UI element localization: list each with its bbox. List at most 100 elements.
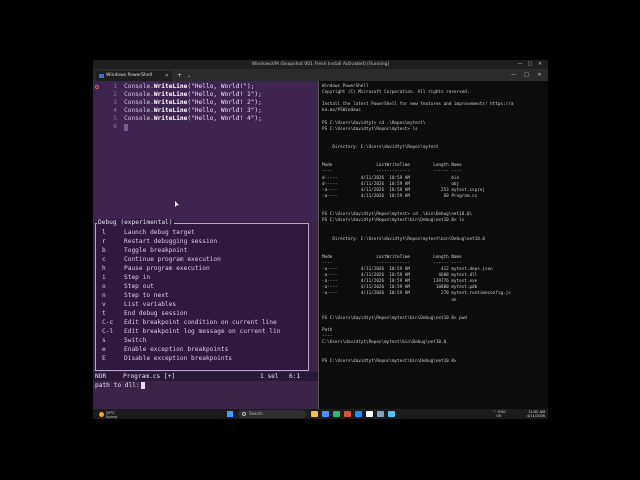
menu-item-label: Continue program execution (124, 256, 221, 263)
debug-menu-item[interactable]: h Pause program execution (96, 264, 308, 273)
code-object: Console. (124, 91, 154, 98)
code-line[interactable]: 4 Console.WriteLine("Hello, World! 3"); (93, 107, 318, 115)
code-method: WriteLine (153, 83, 188, 90)
terminal-tabbar: Windows PowerShell ✕ + ⌄ (93, 69, 548, 81)
terminal-line: -a---- 4/11/2026 10:59 AM 60 Program.cs (322, 193, 478, 199)
menu-item-label: Restart debugging session (124, 238, 218, 245)
menu-item-key: t (102, 310, 106, 317)
menu-item-label: Edit breakpoint condition on current lin… (124, 319, 277, 326)
terminal-icon[interactable] (366, 411, 373, 417)
debug-menu-item[interactable]: o Step out (96, 282, 308, 291)
vm-window-controls: — □ ✕ (515, 60, 545, 69)
tab-label: Windows PowerShell (106, 73, 153, 78)
menu-item-key: i (102, 274, 106, 281)
editor-statusbar: NOR Program.cs [+] 1 sel 6:1 (93, 372, 318, 381)
vm-close-button[interactable]: ✕ (535, 60, 545, 69)
selection-count: 1 sel (260, 373, 279, 380)
code-line[interactable]: 3 Console.WriteLine("Hello, World! 2"); (93, 99, 318, 107)
tab-close-icon[interactable]: ✕ (165, 71, 169, 81)
menu-item-label: Disable exception breakpoints (124, 355, 233, 362)
search-icon (242, 412, 246, 416)
close-button[interactable]: ✕ (533, 69, 546, 81)
code-method: WriteLine (153, 107, 188, 114)
menu-item-key: C-l (102, 328, 114, 335)
terminal-line: on (322, 297, 457, 303)
clock-date: 4/11/2026 (527, 414, 545, 418)
code-text: Console.WriteLine("Hello, World!"); (124, 83, 254, 91)
code-editor[interactable]: 1 Console.WriteLine("Hello, World!"); 2 Con… (93, 81, 318, 221)
code-object: Console. (124, 83, 154, 90)
mail-icon[interactable] (344, 411, 351, 417)
menu-item-label: End debug session (124, 310, 188, 317)
store-icon[interactable] (333, 411, 340, 417)
vm-minimize-button[interactable]: — (515, 60, 525, 69)
code-line[interactable]: 2 Console.WriteLine("Hello, World! 1"); (93, 91, 318, 99)
windows-start-icon[interactable] (227, 411, 233, 417)
menu-item-label: Step in (124, 274, 151, 281)
menu-item-key: e (102, 346, 106, 353)
photos-icon[interactable] (388, 411, 395, 417)
maximize-button[interactable]: □ (520, 69, 533, 81)
search-box[interactable]: Search (238, 410, 306, 418)
menu-item-label: Switch (124, 337, 147, 344)
menu-item-key: E (102, 355, 106, 362)
menu-item-label: Enable exception breakpoints (124, 346, 229, 353)
code-text: Console.WriteLine("Hello, World! 1"); (124, 91, 262, 99)
vm-maximize-button[interactable]: □ (525, 60, 535, 69)
debug-menu-item[interactable]: c Continue program execution (96, 255, 308, 264)
file-explorer-icon[interactable] (311, 411, 318, 417)
command-prompt: path to dll: (95, 382, 140, 389)
terminal-line: Directory: C:\Users\davidtyt\Repos\mytes… (322, 236, 485, 242)
line-number: 2 (113, 91, 117, 98)
terminal-line: PS C:\Users\davidtyt\Repos\mytest> ls (322, 126, 418, 132)
vm-window: WindowsVM (Snapshot 001 Fresh Install Ac… (93, 60, 548, 419)
edge-icon[interactable] (322, 411, 329, 417)
tab-dropdown-button[interactable]: ⌄ (187, 71, 191, 81)
debug-menu-item[interactable]: e Enable exception breakpoints (96, 345, 308, 354)
terminal-line: PS C:\Users\davidtyt> cd .\Repos\mytest\ (322, 120, 426, 126)
tab-windows-powershell[interactable]: Windows PowerShell ✕ (96, 71, 172, 81)
clock[interactable]: 11:00 AM 4/11/2026 (521, 410, 545, 418)
debug-menu-item[interactable]: C-l Edit breakpoint log message on curren… (96, 327, 308, 336)
code-line[interactable]: 5 Console.WriteLine("Hello, World! 4"); (93, 115, 318, 123)
file-name: Program.cs [+] (123, 373, 176, 380)
terminal-line: Directory: C:\Users\davidtyt\Repos\mytes… (322, 145, 439, 150)
menu-item-label: List variables (124, 301, 177, 308)
mode-indicator: NOR (95, 373, 107, 380)
code-line[interactable]: 1 Console.WriteLine("Hello, World!"); (93, 83, 318, 91)
cursor-position: 6:1 (289, 373, 301, 380)
debug-menu-item[interactable]: E Disable exception breakpoints (96, 354, 308, 363)
debug-menu-item[interactable]: t End debug session (96, 309, 308, 318)
debug-menu-item[interactable]: C-c Edit breakpoint condition on current … (96, 318, 308, 327)
command-line[interactable]: path to dll: (93, 381, 318, 391)
new-tab-button[interactable]: + (177, 71, 182, 81)
code-line[interactable]: 6 (93, 123, 318, 131)
menu-item-label: Edit breakpoint log message on current l… (124, 328, 281, 335)
debug-menu-title: Debug (experimental) (97, 219, 174, 227)
line-number: 3 (113, 99, 117, 106)
debug-menu-item[interactable]: n Step to next (96, 291, 308, 300)
terminal-line: d----- 4/11/2026 10:59 AM bin (322, 175, 460, 181)
editor-cursor (124, 124, 128, 131)
debug-menu-item[interactable]: r Restart debugging session (96, 237, 308, 246)
app-icon[interactable] (377, 411, 384, 417)
system-tray[interactable]: ^ ENG US (493, 410, 506, 418)
menu-item-label: Pause program execution (124, 265, 210, 272)
debug-menu-item[interactable]: s Switch (96, 336, 308, 345)
terminal-line: ---- ------------- ------ ---- (322, 260, 462, 266)
editor-pane[interactable]: 1 Console.WriteLine("Hello, World!"); 2 Con… (93, 81, 318, 409)
sun-icon (99, 412, 104, 417)
debug-menu-item[interactable]: b Toggle breakpoint (96, 246, 308, 255)
minimize-button[interactable]: — (507, 69, 520, 81)
debug-menu-item[interactable]: l Launch debug target (96, 228, 308, 237)
terminal-line: Copyright (C) Microsoft Corporation. All… (322, 90, 470, 96)
powershell-terminal[interactable]: Windows PowerShell Copyright (C) Microsof… (319, 81, 548, 409)
breakpoint-icon[interactable] (95, 85, 99, 89)
debug-menu-item[interactable]: v List variables (96, 300, 308, 309)
code-text: Console.WriteLine("Hello, World! 3"); (124, 107, 262, 115)
terminal-line: Path (322, 328, 333, 333)
terminal-line: d----- 4/11/2026 10:59 AM obj (322, 181, 460, 187)
debug-menu-item[interactable]: i Step in (96, 273, 308, 282)
settings-icon[interactable] (355, 411, 362, 417)
menu-item-key: o (102, 283, 106, 290)
